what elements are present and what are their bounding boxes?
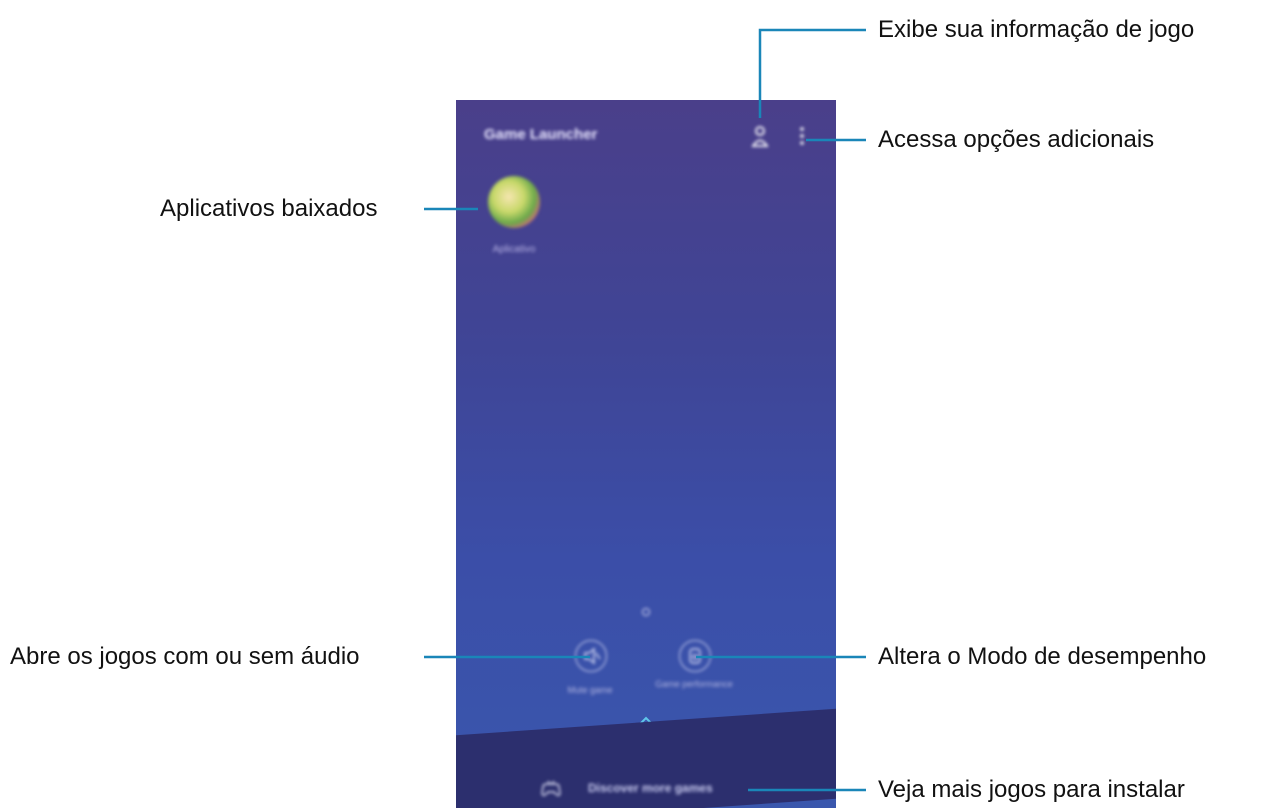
callout-discover: Veja mais jogos para instalar [878, 776, 1185, 803]
callout-performance: Altera o Modo de desempenho [878, 643, 1207, 670]
callout-audio: Abre os jogos com ou sem áudio [10, 643, 360, 670]
callout-profile: Exibe sua informação de jogo [878, 16, 1195, 43]
callout-line-profile [758, 28, 866, 118]
callout-downloaded-apps: Aplicativos baixados [160, 195, 378, 222]
callout-more-options: Acessa opções adicionais [878, 126, 1155, 153]
callout-lines [424, 28, 866, 792]
